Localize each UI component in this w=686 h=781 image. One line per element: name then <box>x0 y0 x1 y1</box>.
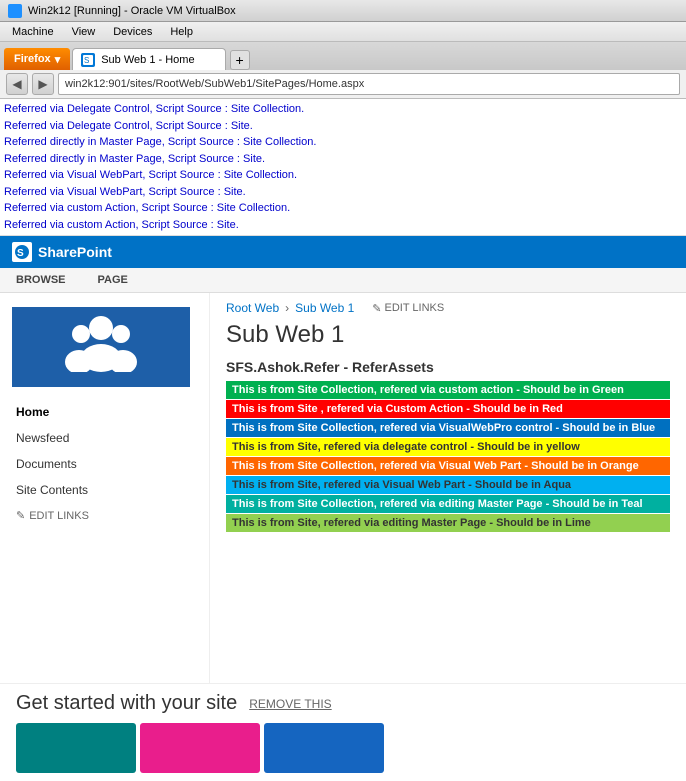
svg-text:S: S <box>17 248 24 259</box>
sidebar: Home Newsfeed Documents Site Contents ✎ … <box>0 293 210 683</box>
sharepoint-icon: S <box>12 242 32 262</box>
firefox-button[interactable]: Firefox ▾ <box>4 48 70 70</box>
refer-item-2: This is from Site Collection, refered vi… <box>226 419 670 437</box>
refer-item-0: This is from Site Collection, refered vi… <box>226 381 670 399</box>
back-icon: ◀ <box>12 77 21 91</box>
infobar-line-3: Referred directly in Master Page, Script… <box>4 151 682 168</box>
ribbon-tab-page[interactable]: PAGE <box>92 270 134 290</box>
refer-item-3: This is from Site, refered via delegate … <box>226 438 670 456</box>
content-area: Root Web › Sub Web 1 ✎ EDIT LINKS Sub We… <box>210 293 686 683</box>
firefox-label: Firefox <box>14 53 51 65</box>
new-tab-button[interactable]: + <box>230 50 250 70</box>
sidebar-item-site-contents[interactable]: Site Contents <box>0 477 209 503</box>
firefox-dropdown-icon: ▾ <box>55 53 61 66</box>
sharepoint-brand: SharePoint <box>38 244 112 260</box>
breadcrumb: Root Web › Sub Web 1 ✎ EDIT LINKS <box>226 301 670 315</box>
svg-text:S: S <box>84 56 89 65</box>
titlebar-text: Win2k12 [Running] - Oracle VM VirtualBox <box>28 5 236 17</box>
pencil-icon-breadcrumb: ✎ <box>372 302 381 315</box>
refer-item-5: This is from Site, refered via Visual We… <box>226 476 670 494</box>
get-started-title: Get started with your site <box>16 692 237 715</box>
remove-button[interactable]: REMOVE THIS <box>249 697 331 711</box>
virtualbox-icon <box>8 4 22 18</box>
breadcrumb-current: Sub Web 1 <box>295 301 354 315</box>
menubar: Machine View Devices Help <box>0 22 686 42</box>
refer-item-4: This is from Site Collection, refered vi… <box>226 457 670 475</box>
get-started-cards <box>16 723 670 773</box>
url-input[interactable] <box>58 73 680 95</box>
menu-machine[interactable]: Machine <box>4 24 62 40</box>
refer-assets-title: SFS.Ashok.Refer - ReferAssets <box>226 359 670 375</box>
menu-devices[interactable]: Devices <box>105 24 160 40</box>
infobar-line-7: Referred via custom Action, Script Sourc… <box>4 217 682 234</box>
gs-card-0 <box>16 723 136 773</box>
sidebar-logo <box>12 307 190 387</box>
menu-help[interactable]: Help <box>162 24 201 40</box>
infobar-line-6: Referred via custom Action, Script Sourc… <box>4 200 682 217</box>
forward-icon: ▶ <box>38 77 47 91</box>
gs-card-1 <box>140 723 260 773</box>
forward-button[interactable]: ▶ <box>32 73 54 95</box>
refer-item-1: This is from Site , refered via Custom A… <box>226 400 670 418</box>
infobar-line-1: Referred via Delegate Control, Script So… <box>4 118 682 135</box>
gs-card-2 <box>264 723 384 773</box>
breadcrumb-separator: › <box>285 301 289 315</box>
ribbon: BROWSE PAGE <box>0 268 686 293</box>
sidebar-edit-links[interactable]: ✎ EDIT LINKS <box>0 503 209 528</box>
tab-label: Sub Web 1 - Home <box>101 54 194 66</box>
infobar-line-0: Referred via Delegate Control, Script So… <box>4 101 682 118</box>
main-layout: Home Newsfeed Documents Site Contents ✎ … <box>0 293 686 683</box>
addressbar: ◀ ▶ <box>0 70 686 98</box>
breadcrumb-root[interactable]: Root Web <box>226 301 279 315</box>
refer-item-6: This is from Site Collection, refered vi… <box>226 495 670 513</box>
infobar-line-4: Referred via Visual WebPart, Script Sour… <box>4 167 682 184</box>
menu-view[interactable]: View <box>64 24 104 40</box>
infobar-line-5: Referred via Visual WebPart, Script Sour… <box>4 184 682 201</box>
back-button[interactable]: ◀ <box>6 73 28 95</box>
edit-links-label: EDIT LINKS <box>385 302 445 314</box>
get-started-header: Get started with your site REMOVE THIS <box>16 692 670 715</box>
active-tab[interactable]: S Sub Web 1 - Home <box>72 48 225 70</box>
edit-links-btn[interactable]: ✎ EDIT LINKS <box>372 302 444 315</box>
sidebar-item-home[interactable]: Home <box>0 399 209 425</box>
tab-favicon: S <box>81 53 95 67</box>
refer-items-list: This is from Site Collection, refered vi… <box>226 381 670 532</box>
pencil-icon: ✎ <box>16 509 25 522</box>
people-icon <box>61 312 141 382</box>
sidebar-edit-links-label: EDIT LINKS <box>29 510 89 522</box>
sharepoint-header: S SharePoint <box>0 236 686 268</box>
sidebar-item-newsfeed[interactable]: Newsfeed <box>0 425 209 451</box>
refer-item-7: This is from Site, refered via editing M… <box>226 514 670 532</box>
infobar: Referred via Delegate Control, Script So… <box>0 99 686 236</box>
new-tab-icon: + <box>235 52 243 68</box>
tabbar: Firefox ▾ S Sub Web 1 - Home + <box>0 42 686 70</box>
browser-chrome: Firefox ▾ S Sub Web 1 - Home + ◀ ▶ <box>0 42 686 99</box>
sidebar-item-documents[interactable]: Documents <box>0 451 209 477</box>
titlebar: Win2k12 [Running] - Oracle VM VirtualBox <box>0 0 686 22</box>
infobar-line-2: Referred directly in Master Page, Script… <box>4 134 682 151</box>
ribbon-tab-browse[interactable]: BROWSE <box>10 270 72 290</box>
page-title: Sub Web 1 <box>226 321 670 349</box>
